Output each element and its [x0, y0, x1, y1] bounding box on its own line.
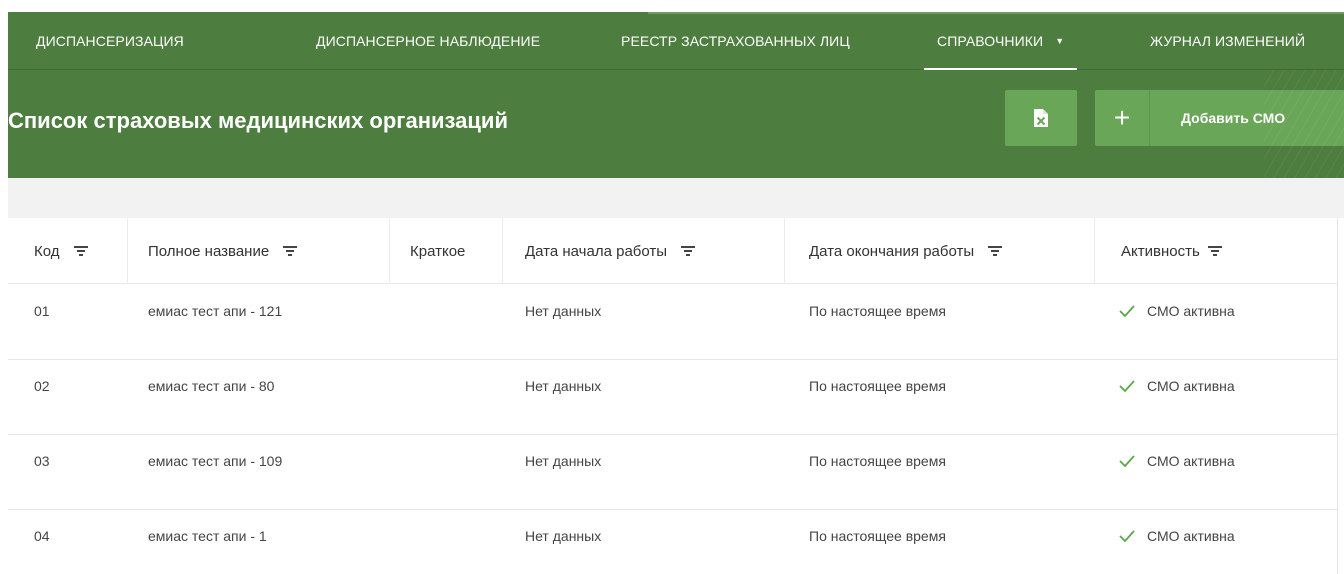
cell-end-date: По настоящее время	[809, 453, 946, 469]
cell-code: 03	[34, 453, 50, 469]
add-smo-label: Добавить СМО	[1181, 110, 1286, 126]
column-header-short-name[interactable]: Краткое	[390, 218, 503, 284]
cell-code: 04	[34, 528, 50, 544]
cell-end-date: По настоящее время	[809, 303, 946, 319]
column-header-end-date[interactable]: Дата окончания работы	[785, 218, 1095, 284]
cell-start-date: Нет данных	[525, 453, 602, 469]
table-row[interactable]: 01 емиас тест апи - 121 Нет данных По на…	[8, 285, 1338, 360]
export-excel-button[interactable]	[1005, 90, 1077, 146]
nav-item-label: ЖУРНАЛ ИЗМЕНЕНИЙ	[1150, 33, 1306, 49]
check-icon	[1119, 530, 1135, 542]
check-icon	[1119, 455, 1135, 467]
nav-item-label: РЕЕСТР ЗАСТРАХОВАННЫХ ЛИЦ	[621, 33, 850, 49]
cell-start-date: Нет данных	[525, 303, 602, 319]
cell-end-date: По настоящее время	[809, 528, 946, 544]
cell-full-name: емиас тест апи - 80	[148, 378, 275, 394]
cell-full-name: емиас тест апи - 1	[148, 528, 267, 544]
nav-item-label: ДИСПАНСЕРИЗАЦИЯ	[36, 33, 184, 49]
table-row[interactable]: 04 емиас тест апи - 1 Нет данных По наст…	[8, 510, 1338, 574]
filter-icon[interactable]	[1207, 245, 1222, 257]
cell-code: 02	[34, 378, 50, 394]
column-header-full-name[interactable]: Полное название	[128, 218, 390, 284]
nav-item-dispensary-observation[interactable]: ДИСПАНСЕРНОЕ НАБЛЮДЕНИЕ	[316, 12, 540, 70]
page-header: Список страховых медицинских организаций…	[8, 70, 1344, 178]
filter-icon[interactable]	[681, 245, 696, 257]
cell-start-date: Нет данных	[525, 528, 602, 544]
cell-activity: СМО активна	[1119, 303, 1235, 319]
cell-full-name: емиас тест апи - 121	[148, 303, 283, 319]
activity-status: СМО активна	[1147, 528, 1235, 544]
nav-item-label: ДИСПАНСЕРНОЕ НАБЛЮДЕНИЕ	[316, 33, 541, 49]
content-spacer	[8, 178, 1344, 218]
chevron-down-icon: ▼	[1055, 36, 1065, 46]
table-row[interactable]: 02 емиас тест апи - 80 Нет данных По нас…	[8, 360, 1338, 435]
column-header-code[interactable]: Код	[8, 218, 128, 284]
plus-icon: +	[1095, 90, 1150, 146]
cell-code: 01	[34, 303, 50, 319]
cell-activity: СМО активна	[1119, 453, 1235, 469]
activity-status: СМО активна	[1147, 453, 1235, 469]
add-smo-button[interactable]: + Добавить СМО	[1095, 90, 1344, 146]
cell-start-date: Нет данных	[525, 378, 602, 394]
filter-icon[interactable]	[283, 245, 298, 257]
activity-status: СМО активна	[1147, 303, 1235, 319]
cell-full-name: емиас тест апи - 109	[148, 453, 283, 469]
column-header-activity[interactable]: Активность	[1095, 218, 1338, 284]
check-icon	[1119, 380, 1135, 392]
nav-item-insured-registry[interactable]: РЕЕСТР ЗАСТРАХОВАННЫХ ЛИЦ	[621, 12, 850, 70]
cell-activity: СМО активна	[1119, 528, 1235, 544]
smo-table: Код Полное название Краткое Дата начала …	[8, 218, 1338, 574]
table-row[interactable]: 03 емиас тест апи - 109 Нет данных По на…	[8, 435, 1338, 510]
filter-icon[interactable]	[73, 245, 88, 257]
cell-activity: СМО активна	[1119, 378, 1235, 394]
activity-status: СМО активна	[1147, 378, 1235, 394]
filter-icon[interactable]	[988, 245, 1003, 257]
cell-end-date: По настоящее время	[809, 378, 946, 394]
nav-item-reference-books[interactable]: СПРАВОЧНИКИ ▼	[924, 12, 1078, 70]
nav-item-change-log[interactable]: ЖУРНАЛ ИЗМЕНЕНИЙ	[1150, 12, 1305, 70]
check-icon	[1119, 305, 1135, 317]
page-title: Список страховых медицинских организаций	[8, 108, 508, 133]
table-header: Код Полное название Краткое Дата начала …	[8, 218, 1338, 284]
nav-item-label: СПРАВОЧНИКИ	[937, 33, 1044, 49]
top-navigation: ДИСПАНСЕРИЗАЦИЯ ДИСПАНСЕРНОЕ НАБЛЮДЕНИЕ …	[8, 12, 1344, 70]
nav-item-dispanserizatsiya[interactable]: ДИСПАНСЕРИЗАЦИЯ	[36, 12, 184, 70]
column-header-start-date[interactable]: Дата начала работы	[503, 218, 785, 284]
excel-export-icon	[1034, 109, 1048, 127]
